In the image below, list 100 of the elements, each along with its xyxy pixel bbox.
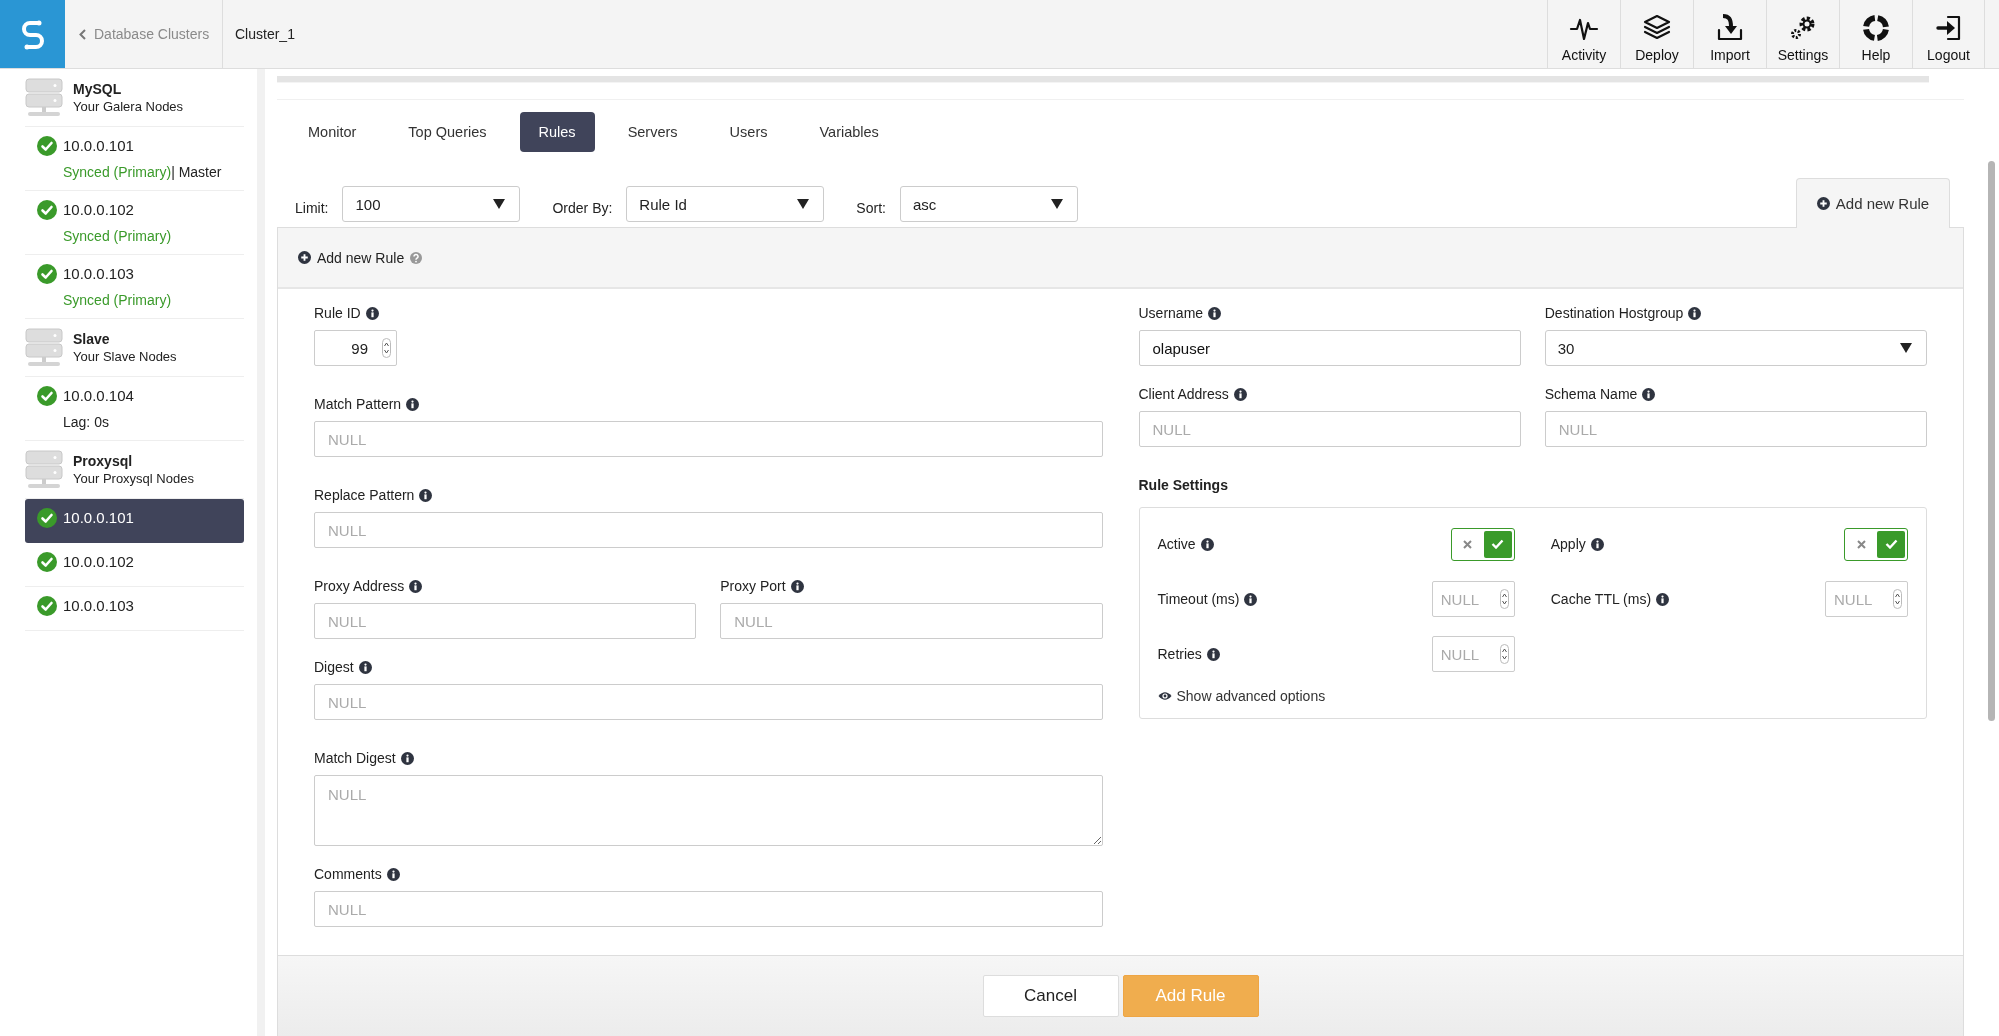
node-item[interactable]: 10.0.0.101 <box>25 499 244 543</box>
info-icon <box>790 579 804 593</box>
section-title: Rule Settings <box>1138 477 1229 493</box>
input-field[interactable]: NULL <box>314 891 1103 927</box>
nav-button[interactable]: Import <box>1693 0 1766 68</box>
field-label: Proxy Address <box>314 578 405 594</box>
scrollbar-thumb[interactable] <box>1988 161 1995 721</box>
toggle-switch[interactable] <box>1450 527 1515 561</box>
cross-icon <box>1856 539 1866 549</box>
field-label: Proxy Port <box>720 578 786 594</box>
info-icon <box>1208 306 1222 320</box>
logo-icon[interactable] <box>0 0 65 68</box>
check-circle-icon <box>37 136 57 156</box>
select-field[interactable]: 30 <box>1544 330 1927 366</box>
select-field[interactable]: 100 <box>342 186 521 222</box>
number-field[interactable]: 99 <box>314 330 397 366</box>
node-item[interactable]: 10.0.0.103 <box>25 587 244 631</box>
node-item[interactable]: 10.0.0.104 Lag: 0s <box>25 377 244 441</box>
info-icon <box>386 867 400 881</box>
group-title: Proxysql <box>73 453 134 469</box>
nav-button[interactable]: Logout <box>1912 0 1985 68</box>
input-field[interactable]: NULL <box>314 684 1103 720</box>
number-field[interactable]: NULL <box>1431 636 1515 672</box>
info-icon <box>419 488 433 502</box>
setting-label: Retries <box>1157 646 1202 662</box>
info-icon <box>1244 592 1258 606</box>
input-field[interactable]: NULL <box>1544 411 1927 447</box>
lifebuoy-icon <box>1861 13 1891 43</box>
server-icon <box>25 77 63 118</box>
spinner-icon <box>1499 589 1509 609</box>
group-subtitle: Your Proxysql Nodes <box>73 471 194 486</box>
cancel-button[interactable]: Cancel <box>982 975 1119 1017</box>
input-field[interactable]: NULL <box>314 421 1103 457</box>
info-icon <box>409 579 423 593</box>
cross-icon <box>1463 539 1473 549</box>
field-label: Match Digest <box>314 750 396 766</box>
field-label: Comments <box>314 866 382 882</box>
info-icon <box>1206 647 1220 661</box>
caret-icon <box>493 199 506 209</box>
group-subtitle: Your Galera Nodes <box>73 99 184 114</box>
check-icon <box>1884 539 1898 549</box>
input-field[interactable]: NULL <box>314 512 1103 548</box>
add-rule-tab[interactable]: Add new Rule <box>1796 178 1950 228</box>
node-item[interactable]: 10.0.0.101 Synced (Primary)| Master <box>25 127 244 191</box>
textarea-field[interactable]: NULL <box>314 775 1103 846</box>
field-label: Schema Name <box>1544 386 1638 402</box>
node-item[interactable]: 10.0.0.102 <box>25 543 244 587</box>
input-field[interactable]: NULL <box>314 603 697 639</box>
info-icon <box>406 397 420 411</box>
field-label: Digest <box>314 659 354 675</box>
field-label: Replace Pattern <box>314 487 415 503</box>
info-icon <box>358 660 372 674</box>
number-field[interactable]: NULL <box>1825 581 1908 617</box>
node-item[interactable]: 10.0.0.103 Synced (Primary) <box>25 255 244 319</box>
info-icon <box>365 306 379 320</box>
setting-label: Apply <box>1550 536 1586 552</box>
cluster-name: Cluster_1 <box>234 25 295 44</box>
tab[interactable]: Monitor <box>289 112 376 152</box>
field-label: Rule ID <box>314 305 361 321</box>
nav-button[interactable]: Settings <box>1766 0 1839 68</box>
check-circle-icon <box>37 200 57 220</box>
check-icon <box>1491 539 1505 549</box>
advanced-options-link[interactable]: Show advanced options <box>1157 688 1326 704</box>
tab[interactable]: Users <box>710 112 787 152</box>
info-icon <box>1233 387 1247 401</box>
tab[interactable]: Variables <box>800 112 898 152</box>
select-field[interactable]: Rule Id <box>626 186 825 222</box>
panel-title: Add new Rule <box>317 249 405 266</box>
check-circle-icon <box>37 552 57 572</box>
toggle-switch[interactable] <box>1844 527 1908 561</box>
select-field[interactable]: asc <box>899 186 1078 222</box>
input-field[interactable]: olapuser <box>1138 330 1521 366</box>
setting-label: Active <box>1157 536 1196 552</box>
server-icon <box>25 449 63 490</box>
field-label: Client Address <box>1138 386 1229 402</box>
spinner-icon <box>1499 644 1509 664</box>
setting-label: Cache TTL (ms) <box>1550 591 1652 607</box>
input-field[interactable]: NULL <box>1138 411 1521 447</box>
info-icon <box>1642 387 1656 401</box>
download-icon <box>1715 13 1745 43</box>
check-circle-icon <box>37 264 57 284</box>
server-icon <box>25 327 63 368</box>
input-field[interactable]: NULL <box>720 603 1103 639</box>
eye-icon <box>1157 691 1172 701</box>
nav-button[interactable]: Deploy <box>1620 0 1693 68</box>
group-title: MySQL <box>73 81 123 97</box>
caret-icon <box>1050 199 1063 209</box>
group-title: Slave <box>73 331 111 347</box>
nav-button[interactable]: Help <box>1839 0 1912 68</box>
tab[interactable]: Top Queries <box>389 112 506 152</box>
info-icon <box>1656 592 1670 606</box>
nav-button[interactable]: Activity <box>1547 0 1620 68</box>
info-icon <box>1200 537 1214 551</box>
node-item[interactable]: 10.0.0.102 Synced (Primary) <box>25 191 244 255</box>
number-field[interactable]: NULL <box>1431 581 1515 617</box>
tab[interactable]: Rules <box>519 112 595 152</box>
info-icon <box>1590 537 1604 551</box>
info-icon <box>1688 306 1702 320</box>
tab[interactable]: Servers <box>608 112 697 152</box>
check-circle-icon <box>37 386 57 406</box>
